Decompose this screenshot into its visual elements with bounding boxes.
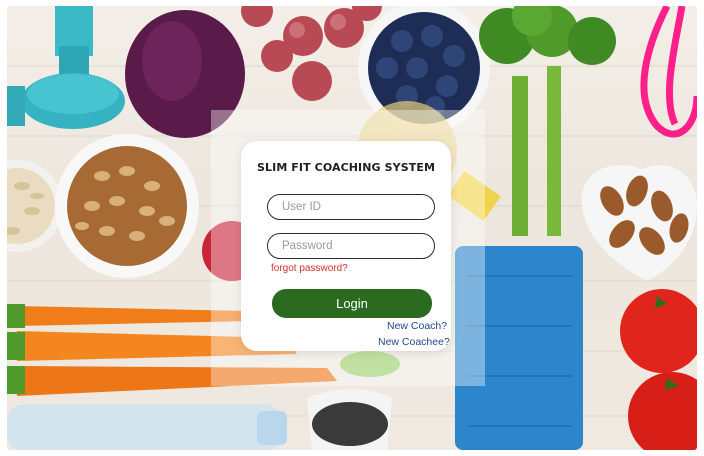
password-input[interactable]: [267, 233, 435, 259]
new-coach-link[interactable]: New Coach?: [387, 320, 447, 332]
user-id-input[interactable]: [267, 194, 435, 220]
new-coachee-link[interactable]: New Coachee?: [378, 336, 450, 348]
dumbbell-image: [7, 6, 125, 129]
forgot-password-link[interactable]: forgot password?: [271, 263, 348, 274]
login-button[interactable]: Login: [272, 289, 432, 318]
login-card: SLIM FIT COACHING SYSTEM forgot password…: [241, 141, 451, 351]
app-title: SLIM FIT COACHING SYSTEM: [257, 161, 435, 174]
